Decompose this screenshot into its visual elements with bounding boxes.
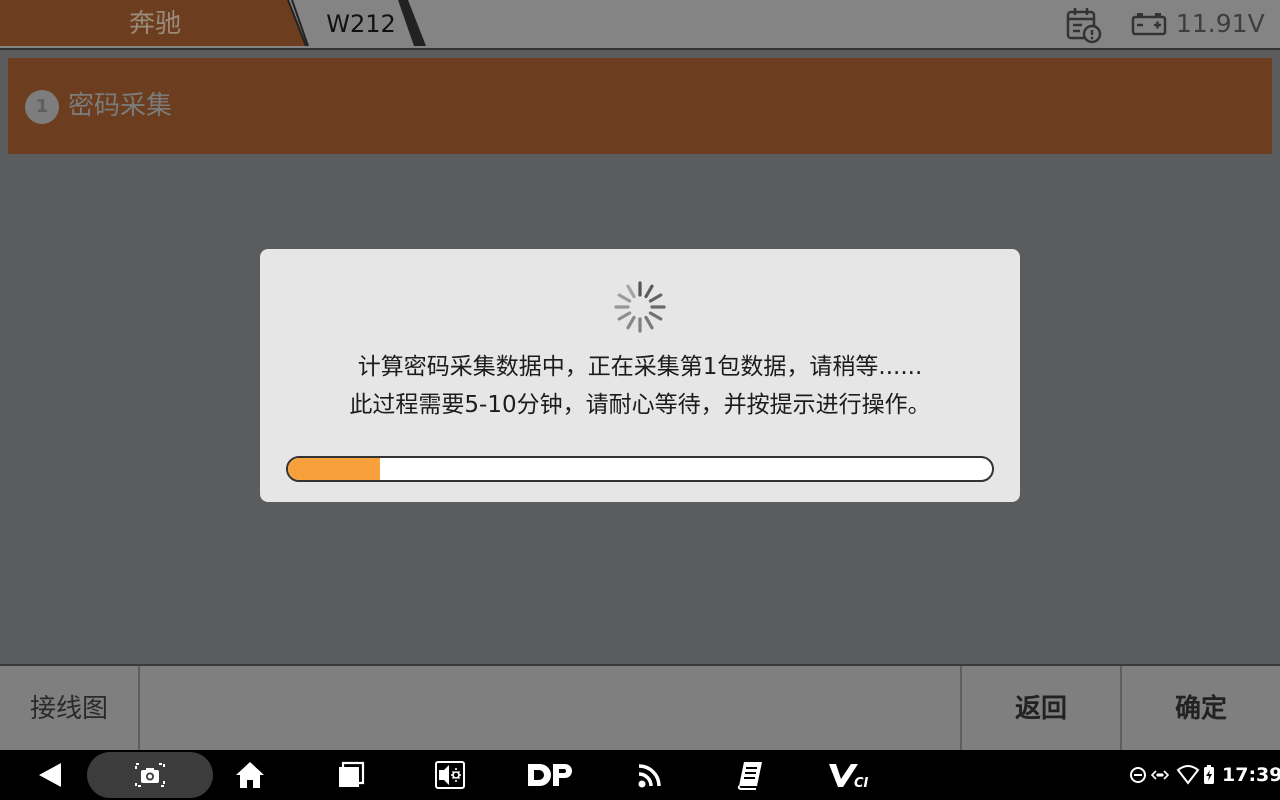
manual-icon[interactable] xyxy=(728,750,772,800)
home-icon[interactable] xyxy=(228,750,272,800)
svg-text:CI: CI xyxy=(854,776,869,790)
dp-icon[interactable] xyxy=(522,750,578,800)
loading-spinner-icon xyxy=(614,281,666,333)
wiring-diagram-button[interactable]: 接线图 xyxy=(0,666,140,752)
clock: 17:39 xyxy=(1222,764,1280,786)
calendar-alert-icon[interactable] xyxy=(1064,6,1102,44)
brightness-icon[interactable] xyxy=(428,750,472,800)
wifi-icon xyxy=(1176,765,1200,785)
breadcrumb-model-label: W212 xyxy=(326,10,396,38)
bottom-toolbar: 接线图 返回 确定 xyxy=(0,664,1280,752)
dialog-message-line2: 此过程需要5-10分钟，请耐心等待，并按提示进行操作。 xyxy=(349,392,931,418)
dnd-icon xyxy=(1130,767,1146,783)
data-icon xyxy=(1150,770,1170,780)
breadcrumb-brand-label: 奔驰 xyxy=(128,9,181,39)
recents-icon[interactable] xyxy=(328,750,372,800)
progress-bar-fill xyxy=(288,458,380,480)
step-label: 密码采集 xyxy=(68,91,173,121)
top-bar: 奔驰 W212 11.91V xyxy=(0,0,1280,48)
breadcrumb-brand[interactable]: 奔驰 xyxy=(0,0,307,48)
car-battery-icon xyxy=(1131,13,1167,36)
progress-dialog: 计算密码采集数据中，正在采集第1包数据，请稍等...... 此过程需要5-10分… xyxy=(260,249,1020,502)
dialog-message-line1: 计算密码采集数据中，正在采集第1包数据，请稍等...... xyxy=(357,354,923,380)
step-number-badge: 1 xyxy=(25,90,59,124)
screenshot-icon[interactable] xyxy=(128,750,172,800)
system-nav-bar: CI 17:39 xyxy=(0,750,1280,800)
vci-icon[interactable]: CI xyxy=(824,750,876,800)
back-button[interactable]: 返回 xyxy=(960,666,1120,752)
status-icons xyxy=(1130,765,1214,785)
battery-charging-icon xyxy=(1204,765,1214,784)
battery-voltage: 11.91V xyxy=(1176,9,1265,38)
rss-icon[interactable] xyxy=(628,750,672,800)
breadcrumb-model[interactable]: W212 xyxy=(290,0,430,48)
back-icon[interactable] xyxy=(28,750,72,800)
confirm-button[interactable]: 确定 xyxy=(1120,666,1280,752)
progress-bar xyxy=(286,456,994,482)
step-header: 1 密码采集 xyxy=(8,58,1272,154)
